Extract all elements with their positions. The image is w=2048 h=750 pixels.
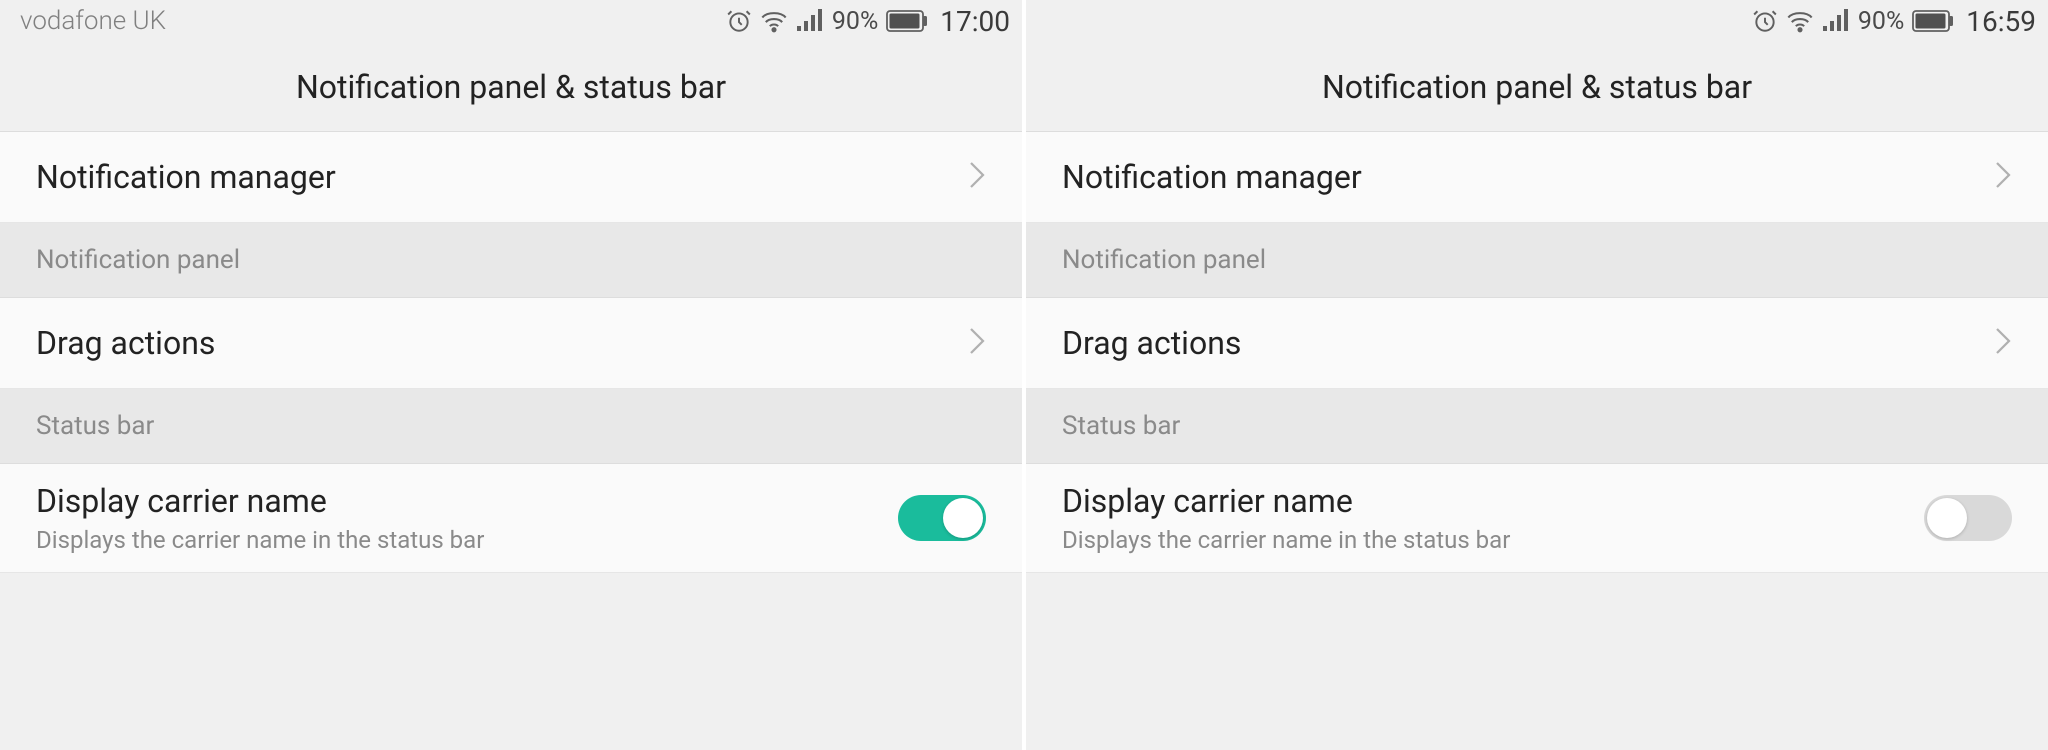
phone-screen-left: vodafone UK xyxy=(0,0,1024,750)
page-header: Notification panel & status bar xyxy=(1026,42,2048,132)
item-subtitle: Displays the carrier name in the status … xyxy=(1062,526,1510,554)
status-time: 16:59 xyxy=(1966,5,2036,38)
status-icons: 90% 16:59 xyxy=(1752,5,2036,38)
chevron-right-icon xyxy=(968,326,986,360)
item-label: Notification manager xyxy=(36,158,336,196)
item-label: Drag actions xyxy=(1062,324,1241,362)
wifi-icon xyxy=(1786,8,1814,34)
battery-icon xyxy=(886,10,928,32)
signal-icon xyxy=(1822,9,1850,33)
phone-screen-right: 90% 16:59 Notification panel & status ba… xyxy=(1024,0,2048,750)
page-title: Notification panel & status bar xyxy=(1322,68,1752,106)
item-drag-actions[interactable]: Drag actions xyxy=(1026,298,2048,389)
status-icons: 90% 17:00 xyxy=(726,5,1010,38)
battery-percent: 90% xyxy=(1858,7,1904,36)
toggle-knob xyxy=(943,498,983,538)
section-notification-panel: Notification panel xyxy=(1026,223,2048,298)
status-bar: vodafone UK xyxy=(0,0,1022,42)
carrier-label: vodafone UK xyxy=(20,6,166,36)
item-drag-actions[interactable]: Drag actions xyxy=(0,298,1022,389)
item-subtitle: Displays the carrier name in the status … xyxy=(36,526,484,554)
wifi-icon xyxy=(760,8,788,34)
item-text-column: Display carrier name Displays the carrie… xyxy=(36,482,484,554)
page-header: Notification panel & status bar xyxy=(0,42,1022,132)
item-label: Drag actions xyxy=(36,324,215,362)
signal-icon xyxy=(796,9,824,33)
item-notification-manager[interactable]: Notification manager xyxy=(1026,132,2048,223)
item-label: Display carrier name xyxy=(36,482,484,520)
settings-list: Notification manager Notification panel … xyxy=(0,132,1022,573)
alarm-icon xyxy=(1752,8,1778,34)
item-text-column: Display carrier name Displays the carrie… xyxy=(1062,482,1510,554)
alarm-icon xyxy=(726,8,752,34)
toggle-display-carrier[interactable] xyxy=(1924,495,2012,541)
chevron-right-icon xyxy=(1994,326,2012,360)
settings-list: Notification manager Notification panel … xyxy=(1026,132,2048,573)
chevron-right-icon xyxy=(1994,160,2012,194)
battery-percent: 90% xyxy=(832,7,878,36)
item-label: Display carrier name xyxy=(1062,482,1510,520)
item-display-carrier-name[interactable]: Display carrier name Displays the carrie… xyxy=(0,464,1022,573)
section-status-bar: Status bar xyxy=(1026,389,2048,464)
toggle-knob xyxy=(1927,498,1967,538)
toggle-display-carrier[interactable] xyxy=(898,495,986,541)
section-notification-panel: Notification panel xyxy=(0,223,1022,298)
section-status-bar: Status bar xyxy=(0,389,1022,464)
page-title: Notification panel & status bar xyxy=(296,68,726,106)
status-bar: 90% 16:59 xyxy=(1026,0,2048,42)
item-label: Notification manager xyxy=(1062,158,1362,196)
chevron-right-icon xyxy=(968,160,986,194)
item-notification-manager[interactable]: Notification manager xyxy=(0,132,1022,223)
battery-icon xyxy=(1912,10,1954,32)
status-time: 17:00 xyxy=(940,5,1010,38)
item-display-carrier-name[interactable]: Display carrier name Displays the carrie… xyxy=(1026,464,2048,573)
